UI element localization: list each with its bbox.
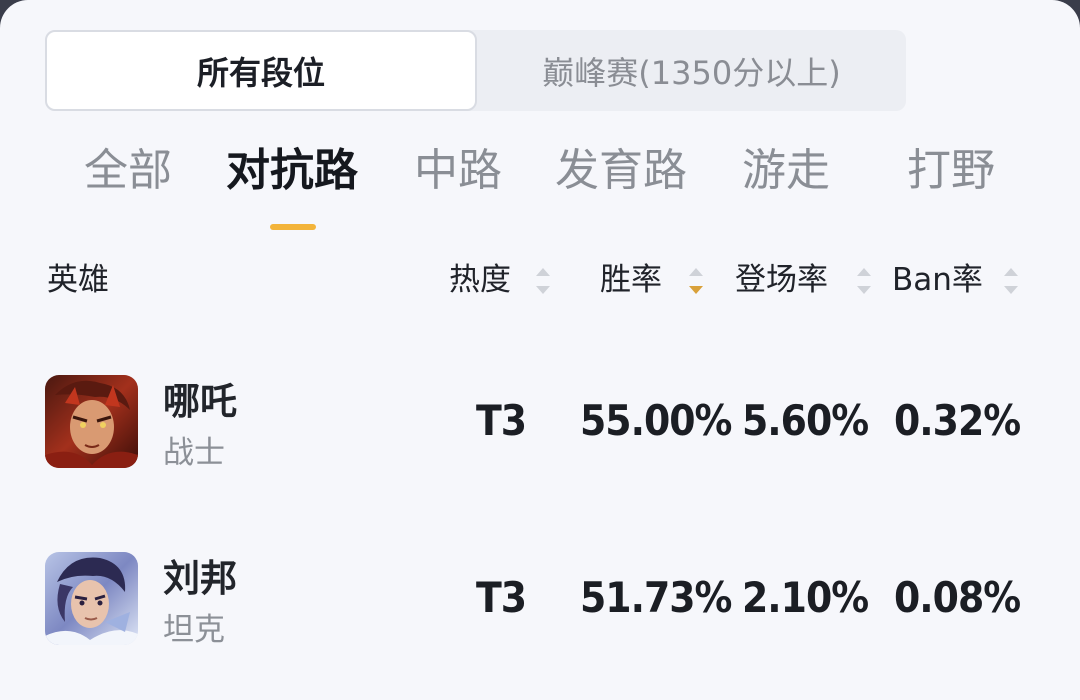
pick-rate-value: 2.10%	[742, 573, 869, 622]
table-header: 英雄 热度 胜率 登场率 Ban率	[0, 255, 1080, 305]
tab-mid-lane[interactable]: 中路	[414, 140, 502, 210]
win-rate-value: 55.00%	[580, 396, 732, 445]
lane-tabs: 全部 对抗路 中路 发育路 游走 打野	[0, 140, 1080, 210]
hero-role: 坦克	[163, 612, 225, 648]
pick-rate-value: 5.60%	[742, 396, 869, 445]
ban-rate-value: 0.08%	[894, 573, 1021, 622]
tab-roam[interactable]: 游走	[742, 140, 830, 210]
tab-farm-lane[interactable]: 发育路	[555, 140, 687, 210]
heat-value: T3	[475, 573, 527, 622]
ban-rate-sort-icon[interactable]	[1002, 263, 1020, 299]
hero-name: 刘邦	[163, 557, 237, 600]
tab-jungle[interactable]: 打野	[907, 140, 995, 210]
column-ban-rate[interactable]: Ban率	[892, 255, 983, 305]
win-rate-sort-icon[interactable]	[687, 263, 705, 299]
column-pick-rate[interactable]: 登场率	[735, 255, 828, 305]
column-win-rate[interactable]: 胜率	[600, 255, 662, 305]
hero-stats-panel: 所有段位 巅峰赛(1350分以上) 全部 对抗路 中路 发育路 游走 打野 英雄…	[0, 0, 1080, 700]
pick-rate-sort-icon[interactable]	[855, 263, 873, 299]
liubang-avatar-icon	[45, 552, 138, 645]
peak-rank-tab[interactable]: 巅峰赛(1350分以上)	[477, 30, 906, 111]
ban-rate-value: 0.32%	[894, 396, 1021, 445]
tab-clash-lane[interactable]: 对抗路	[226, 140, 358, 210]
active-tab-indicator	[270, 224, 316, 230]
rank-segmented-control: 所有段位 巅峰赛(1350分以上)	[45, 30, 906, 111]
heat-sort-icon[interactable]	[534, 263, 552, 299]
hero-role: 战士	[163, 435, 225, 471]
hero-name: 哪吒	[163, 380, 237, 423]
table-row[interactable]: 哪吒 战士 T3 55.00% 5.60% 0.32%	[0, 375, 1080, 495]
column-hero: 英雄	[47, 262, 109, 298]
nezha-avatar-icon	[45, 375, 138, 468]
tab-all[interactable]: 全部	[84, 140, 172, 210]
all-ranks-tab[interactable]: 所有段位	[45, 30, 477, 111]
win-rate-value: 51.73%	[580, 573, 732, 622]
column-heat[interactable]: 热度	[449, 255, 511, 305]
table-row[interactable]: 刘邦 坦克 T3 51.73% 2.10% 0.08%	[0, 552, 1080, 672]
heat-value: T3	[475, 396, 527, 445]
